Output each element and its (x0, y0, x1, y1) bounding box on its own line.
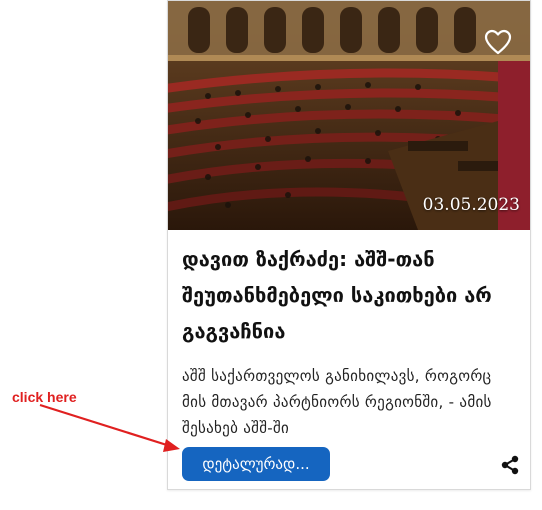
news-image[interactable]: 03.05.2023 (168, 1, 530, 230)
news-card: 03.05.2023 დავით ზაქრაძე: აშშ-თან შეუთან… (167, 0, 531, 490)
publish-date: 03.05.2023 (422, 195, 520, 215)
favorite-heart-icon[interactable] (484, 29, 512, 55)
details-button[interactable]: დეტალურად... (182, 447, 330, 481)
share-icon[interactable] (500, 455, 520, 475)
page: 03.05.2023 დავით ზაქრაძე: აშშ-თან შეუთან… (0, 0, 542, 510)
click-here-annotation: click here (12, 389, 77, 405)
article-title[interactable]: დავით ზაქრაძე: აშშ-თან შეუთანხმებელი საკ… (182, 241, 518, 349)
article-excerpt: აშშ საქართველოს განიხილავს, როგორც მის მ… (182, 367, 492, 437)
